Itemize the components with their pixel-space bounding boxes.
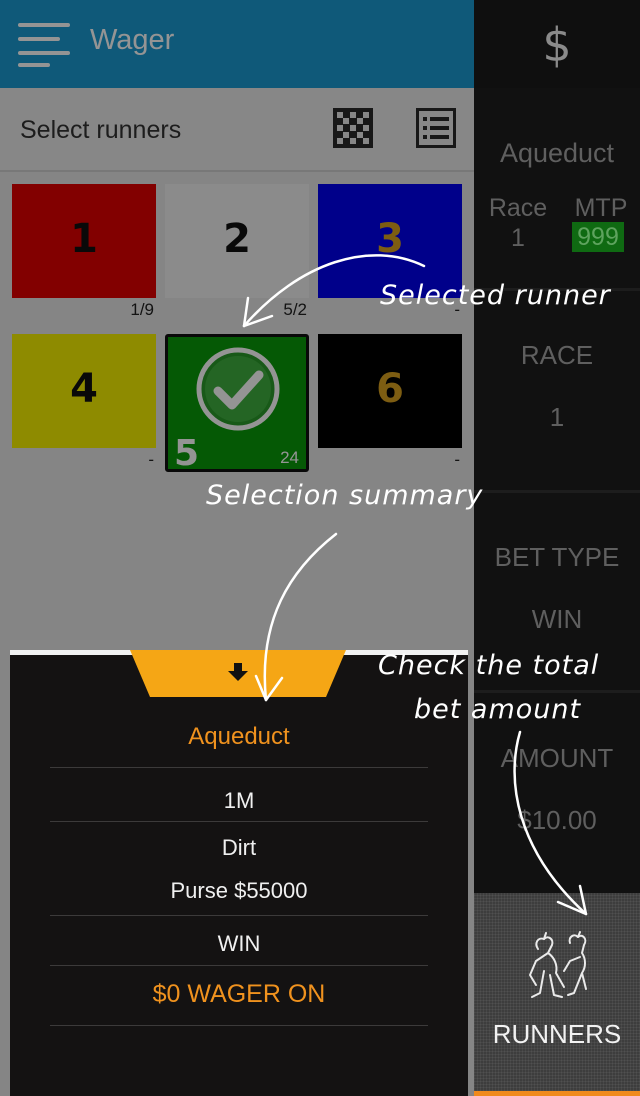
- app-header: Wager: [0, 0, 474, 88]
- sidebar-track: Aqueduct: [499, 138, 615, 168]
- app-root: Wager Select runners 1 1/9 2 5/2 3 - 4 -…: [0, 0, 640, 1096]
- runner-odds: -: [454, 450, 460, 469]
- mtp-badge: 999: [572, 222, 624, 252]
- race-section-value[interactable]: 1: [474, 402, 640, 433]
- runner-odds: 24: [280, 448, 299, 467]
- checkmark-icon: [196, 347, 280, 431]
- runner-tile-6[interactable]: 6 -: [318, 334, 462, 470]
- runner-odds: 1/9: [130, 300, 154, 319]
- grid-view-icon[interactable]: [333, 108, 373, 148]
- horse-race-icon: [529, 931, 587, 998]
- runners-button[interactable]: RUNNERS: [474, 893, 640, 1091]
- runner-odds: 5/2: [283, 300, 307, 319]
- hamburger-menu-icon[interactable]: [18, 23, 70, 67]
- page-title: Wager: [90, 24, 175, 56]
- runner-number: 6: [376, 366, 404, 412]
- collapse-drawer-tab[interactable]: [130, 650, 346, 697]
- runner-tile-5-selected[interactable]: 5 24: [165, 334, 309, 474]
- summary-bet-type: WIN: [217, 931, 261, 956]
- runner-tile-4[interactable]: 4 -: [12, 334, 156, 470]
- runner-number: 5: [174, 433, 200, 474]
- list-view-icon[interactable]: [416, 108, 456, 148]
- amount-label[interactable]: AMOUNT: [474, 743, 640, 774]
- bet-type-label[interactable]: BET TYPE: [474, 542, 640, 573]
- divider: [474, 490, 640, 493]
- divider: [50, 1025, 428, 1026]
- select-runners-title: Select runners: [20, 116, 182, 144]
- runner-number: 4: [70, 366, 98, 412]
- runner-tile-2[interactable]: 2 5/2: [165, 184, 309, 320]
- amount-value[interactable]: $10.00: [474, 805, 640, 836]
- divider: [50, 821, 428, 822]
- summary-track: Aqueduct: [188, 723, 290, 750]
- runner-tile-1[interactable]: 1 1/9: [12, 184, 156, 320]
- dollar-icon[interactable]: $: [474, 0, 640, 88]
- divider: [50, 767, 428, 768]
- bet-sidebar: $ Aqueduct Race MTP 1 999 RACE 1 BET TYP…: [474, 0, 640, 1096]
- runner-odds: -: [148, 450, 154, 469]
- summary-distance: 1M: [223, 788, 255, 813]
- runners-label: RUNNERS: [492, 1019, 622, 1049]
- sidebar-mtp-label: MTP: [574, 194, 628, 222]
- annotation-selected-runner: Selected runner: [380, 280, 611, 311]
- divider: [50, 915, 428, 916]
- select-runners-bar: Select runners: [0, 88, 474, 172]
- sidebar-race-label: Race: [488, 194, 548, 222]
- annotation-selection-summary: Selection summary: [206, 480, 484, 511]
- runner-number: 2: [223, 216, 251, 262]
- sidebar-race-value: 1: [511, 224, 525, 252]
- summary-wager: $0 WAGER ON: [152, 980, 326, 1008]
- divider: [50, 965, 428, 966]
- active-indicator: [474, 1091, 640, 1096]
- summary-surface: Dirt: [221, 835, 257, 860]
- bet-type-value[interactable]: WIN: [474, 604, 640, 635]
- selection-summary-drawer: Aqueduct 1M Dirt Purse $55000 WIN $0 WAG…: [10, 650, 468, 1096]
- summary-purse: Purse $55000: [170, 878, 308, 903]
- race-section-label[interactable]: RACE: [474, 340, 640, 371]
- runner-number: 1: [70, 216, 98, 262]
- divider: [474, 690, 640, 693]
- annotation-check-total-1: Check the total: [378, 650, 600, 681]
- runner-number: 3: [376, 216, 404, 262]
- annotation-check-total-2: bet amount: [414, 694, 582, 725]
- dollar-glyph: $: [542, 18, 572, 72]
